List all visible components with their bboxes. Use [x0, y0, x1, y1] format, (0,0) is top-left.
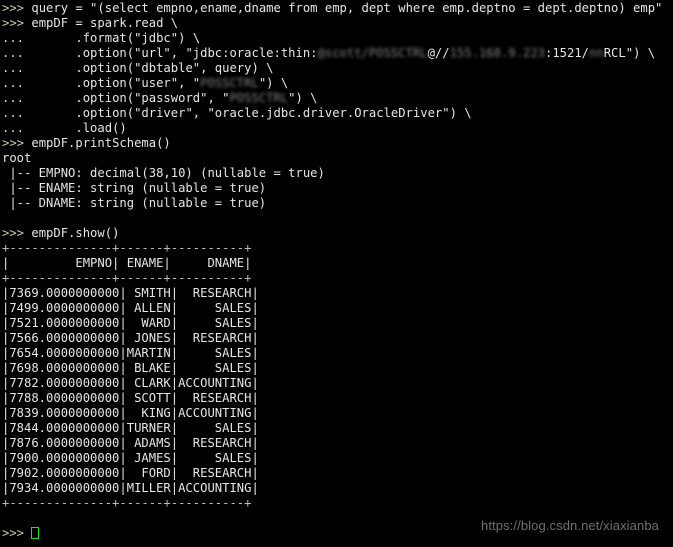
output-text: |7698.0000000000| BLAKE| SALES|	[2, 361, 259, 375]
prompt-marker: >>>	[2, 226, 32, 240]
terminal-line: ... .option("password", "POSSCTRL") \	[2, 91, 673, 106]
text-cursor[interactable]	[31, 527, 40, 539]
terminal-line: |7782.0000000000| CLARK|ACCOUNTING|	[2, 376, 673, 391]
command-text: .option("url", "jdbc:oracle:thin:	[46, 46, 318, 60]
output-text: |7876.0000000000| ADAMS| RESEARCH|	[2, 436, 259, 450]
output-text: |7839.0000000000| KING|ACCOUNTING|	[2, 406, 259, 420]
output-text: |7654.0000000000|MARTIN| SALES|	[2, 346, 259, 360]
terminal-line: |7521.0000000000| WARD| SALES|	[2, 316, 673, 331]
terminal-line: |7900.0000000000| JAMES| SALES|	[2, 451, 673, 466]
table-separator: +--------------+------+----------+	[2, 496, 252, 510]
output-text: |7369.0000000000| SMITH| RESEARCH|	[2, 286, 259, 300]
command-text: .option("user", "	[46, 76, 201, 90]
output-text: |7499.0000000000| ALLEN| SALES|	[2, 301, 259, 315]
command-text: .load()	[46, 121, 127, 135]
continuation-marker: ...	[2, 106, 47, 120]
table-separator: +--------------+------+----------+	[2, 241, 252, 255]
terminal-line: ... .option("driver", "oracle.jdbc.drive…	[2, 106, 673, 121]
output-text: | EMPNO| ENAME| DNAME|	[2, 256, 252, 270]
continuation-marker: ...	[2, 46, 47, 60]
redacted-sid: nn	[589, 46, 604, 60]
terminal-line: ... .load()	[2, 121, 673, 136]
output-text: |-- ENAME: string (nullable = true)	[2, 181, 267, 195]
terminal-line: |7934.0000000000|MILLER|ACCOUNTING|	[2, 481, 673, 496]
command-text: .format("jdbc") \	[46, 31, 201, 45]
output-text: |7902.0000000000| FORD| RESEARCH|	[2, 466, 259, 480]
terminal-window[interactable]: >>> query = "(select empno,ename,dname f…	[0, 0, 673, 547]
redacted-secret: POSSCTRL	[200, 76, 259, 90]
prompt-marker: >>>	[2, 526, 32, 540]
terminal-line: >>> empDF = spark.read \	[2, 16, 673, 31]
command-text: empDF.printSchema()	[31, 136, 171, 150]
continuation-marker: ...	[2, 91, 47, 105]
redacted-host: 155.168.9.223	[449, 46, 545, 60]
terminal-line: |7839.0000000000| KING|ACCOUNTING|	[2, 406, 673, 421]
terminal-line: |7698.0000000000| BLAKE| SALES|	[2, 361, 673, 376]
watermark-text: https://blog.csdn.net/xiaxianba	[481, 518, 659, 533]
terminal-output: >>> query = "(select empno,ename,dname f…	[2, 1, 673, 541]
terminal-line: |7566.0000000000| JONES| RESEARCH|	[2, 331, 673, 346]
table-separator: +--------------+------+----------+	[2, 271, 252, 285]
terminal-line: |-- DNAME: string (nullable = true)	[2, 196, 673, 211]
redacted-credential: @scott/POSSCTRL	[317, 46, 428, 60]
output-text: |7521.0000000000| WARD| SALES|	[2, 316, 259, 330]
terminal-line: |-- EMPNO: decimal(38,10) (nullable = tr…	[2, 166, 673, 181]
command-text: ") \	[288, 91, 318, 105]
continuation-marker: ...	[2, 121, 47, 135]
terminal-line: |-- ENAME: string (nullable = true)	[2, 181, 673, 196]
terminal-line: |7788.0000000000| SCOTT| RESEARCH|	[2, 391, 673, 406]
terminal-line: ... .option("url", "jdbc:oracle:thin:@sc…	[2, 46, 673, 61]
output-text: |-- EMPNO: decimal(38,10) (nullable = tr…	[2, 166, 325, 180]
continuation-marker: ...	[2, 76, 47, 90]
output-text: |7782.0000000000| CLARK|ACCOUNTING|	[2, 376, 259, 390]
output-text: |7900.0000000000| JAMES| SALES|	[2, 451, 259, 465]
terminal-line: ... .format("jdbc") \	[2, 31, 673, 46]
prompt-marker: >>>	[2, 1, 32, 15]
terminal-line: +--------------+------+----------+	[2, 271, 673, 286]
output-text: |-- DNAME: string (nullable = true)	[2, 196, 267, 210]
terminal-line: |7844.0000000000|TURNER| SALES|	[2, 421, 673, 436]
prompt-marker: >>>	[2, 16, 32, 30]
terminal-line: >>> empDF.show()	[2, 226, 673, 241]
terminal-line: |7902.0000000000| FORD| RESEARCH|	[2, 466, 673, 481]
terminal-line: |7369.0000000000| SMITH| RESEARCH|	[2, 286, 673, 301]
terminal-line: |7654.0000000000|MARTIN| SALES|	[2, 346, 673, 361]
command-text: @//	[427, 46, 450, 60]
terminal-line: |7876.0000000000| ADAMS| RESEARCH|	[2, 436, 673, 451]
output-text: |7934.0000000000|MILLER|ACCOUNTING|	[2, 481, 259, 495]
terminal-line: ... .option("dbtable", query) \	[2, 61, 673, 76]
command-text: :1521/	[545, 46, 590, 60]
terminal-line: >>> empDF.printSchema()	[2, 136, 673, 151]
command-text: .option("driver", "oracle.jdbc.driver.Or…	[46, 106, 472, 120]
command-text: RCL") \	[603, 46, 656, 60]
command-text: empDF.show()	[31, 226, 120, 240]
redacted-secret: POSSCTRL	[229, 91, 289, 105]
terminal-line: >>> query = "(select empno,ename,dname f…	[2, 1, 673, 16]
prompt-marker: >>>	[2, 136, 32, 150]
terminal-line: | EMPNO| ENAME| DNAME|	[2, 256, 673, 271]
output-text: |7844.0000000000|TURNER| SALES|	[2, 421, 259, 435]
continuation-marker: ...	[2, 61, 47, 75]
command-text: empDF = spark.read \	[31, 16, 179, 30]
command-text: ") \	[258, 76, 289, 90]
output-text: |7566.0000000000| JONES| RESEARCH|	[2, 331, 259, 345]
terminal-line: |7499.0000000000| ALLEN| SALES|	[2, 301, 673, 316]
terminal-line: +--------------+------+----------+	[2, 241, 673, 256]
continuation-marker: ...	[2, 31, 47, 45]
output-text: root	[2, 151, 32, 165]
command-text: .option("password", "	[46, 91, 230, 105]
command-text: .option("dbtable", query) \	[46, 61, 274, 75]
terminal-line: +--------------+------+----------+	[2, 496, 673, 511]
output-text: |7788.0000000000| SCOTT| RESEARCH|	[2, 391, 259, 405]
terminal-line: root	[2, 151, 673, 166]
terminal-line: ... .option("user", "POSSCTRL") \	[2, 76, 673, 91]
command-text: query = "(select empno,ename,dname from …	[31, 1, 663, 15]
